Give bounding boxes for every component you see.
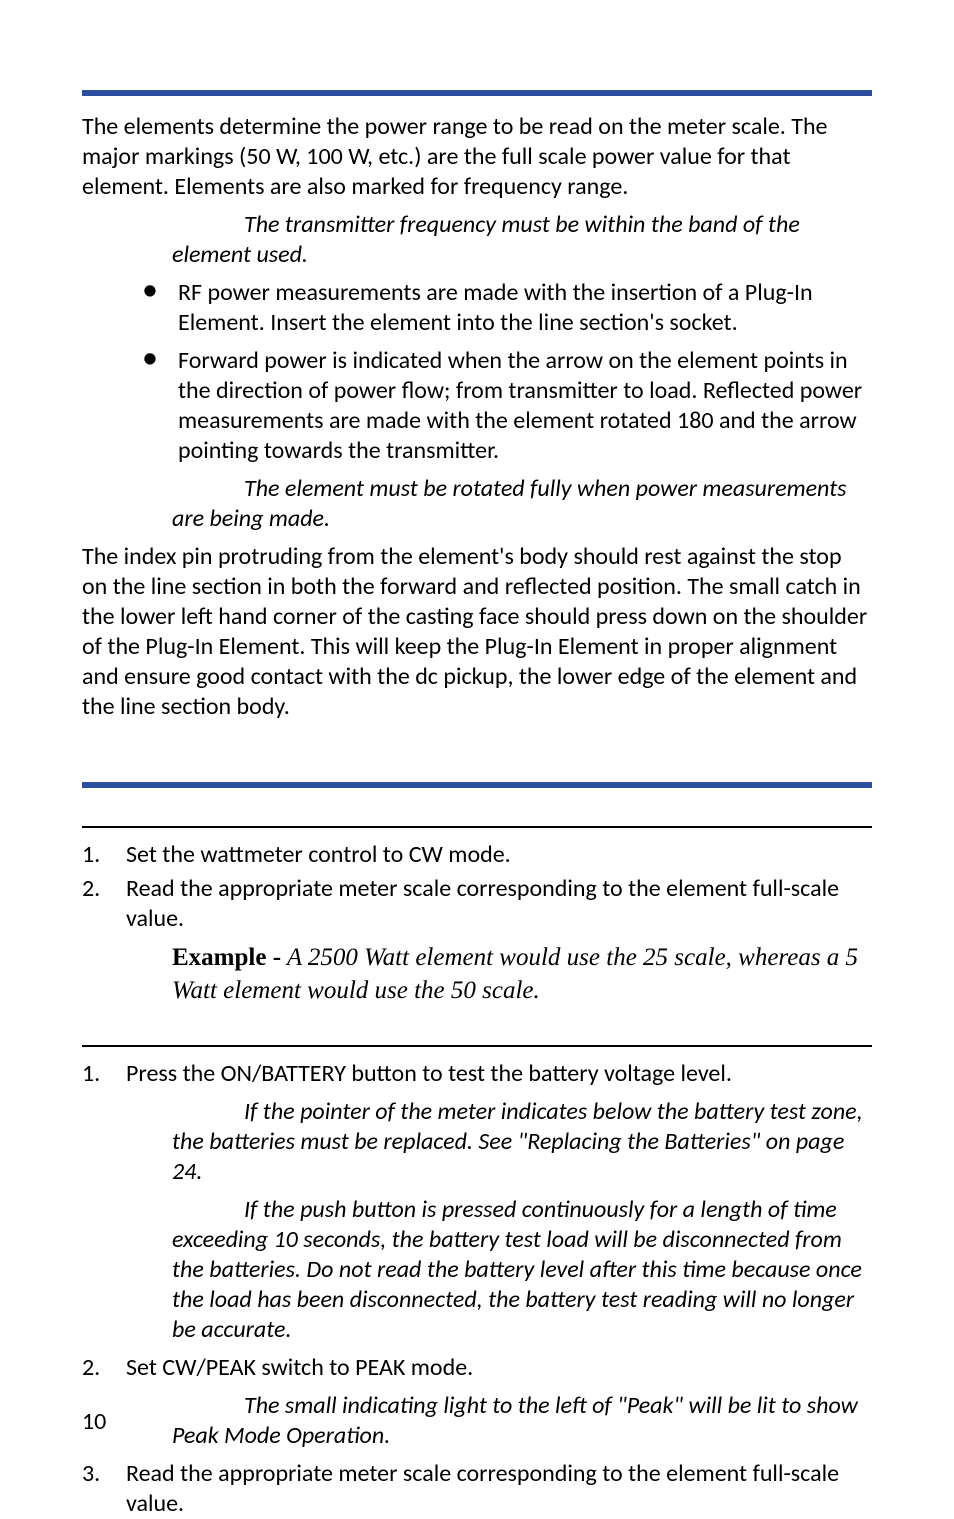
bullet-item: Forward power is indicated when the arro…	[142, 346, 872, 466]
intro-paragraph: The elements determine the power range t…	[82, 112, 872, 202]
step-number: 2.	[82, 1353, 100, 1383]
step-item: 1. Press the ON/BATTERY button to test th…	[82, 1059, 872, 1089]
step-number: 2.	[82, 874, 100, 904]
bullet-item: RF power measurements are made with the …	[142, 278, 872, 338]
step-text: Set CW/PEAK switch to PEAK mode.	[126, 1353, 473, 1382]
note-text: The transmitter frequency must be within…	[172, 210, 800, 269]
note-peak-light: The small indicating light to the left o…	[172, 1391, 872, 1451]
step-text: Read the appropriate meter scale corresp…	[126, 1459, 839, 1518]
note-text: If the pointer of the meter indicates be…	[172, 1097, 863, 1186]
subsection-rule-2	[82, 1045, 872, 1047]
peak-steps: 1. Press the ON/BATTERY button to test th…	[82, 1059, 872, 1089]
example-label: Example -	[172, 944, 281, 971]
section-divider-top	[82, 90, 872, 96]
note-frequency: The transmitter frequency must be within…	[172, 210, 872, 270]
note-rotation: The element must be rotated fully when p…	[172, 474, 872, 534]
section-divider-mid	[82, 782, 872, 788]
step-item: 1. Set the wattmeter control to CW mode.	[82, 840, 872, 870]
step-item: 3. Read the appropriate meter scale corre…	[82, 1459, 872, 1519]
bullet-list: RF power measurements are made with the …	[142, 278, 872, 466]
step-number: 1.	[82, 840, 100, 870]
page-number: 10	[82, 1407, 106, 1437]
subsection-rule-1	[82, 826, 872, 828]
step-number: 3.	[82, 1459, 100, 1489]
step-text: Set the wattmeter control to CW mode.	[126, 840, 511, 869]
step-number: 1.	[82, 1059, 100, 1089]
note-battery-zone: If the pointer of the meter indicates be…	[172, 1097, 872, 1187]
step-item: 2. Read the appropriate meter scale corre…	[82, 874, 872, 934]
note-text: If the push button is pressed continuous…	[172, 1195, 862, 1344]
index-pin-paragraph: The index pin protruding from the elemen…	[82, 542, 872, 722]
peak-steps-cont: 2. Set CW/PEAK switch to PEAK mode.	[82, 1353, 872, 1383]
peak-steps-cont2: 3. Read the appropriate meter scale corre…	[82, 1459, 872, 1519]
step-item: 2. Set CW/PEAK switch to PEAK mode.	[82, 1353, 872, 1383]
cw-steps: 1.Set the wattmeter control to CW mode. …	[82, 840, 872, 934]
step-text: Read the appropriate meter scale corresp…	[126, 874, 839, 933]
step-text: Press the ON/BATTERY button to test the …	[126, 1059, 732, 1088]
note-text: The element must be rotated fully when p…	[172, 474, 847, 533]
note-battery-time: If the push button is pressed continuous…	[172, 1195, 872, 1345]
note-text: The small indicating light to the left o…	[172, 1391, 858, 1450]
example-block: Example - A 2500 Watt element would use …	[172, 942, 872, 1007]
